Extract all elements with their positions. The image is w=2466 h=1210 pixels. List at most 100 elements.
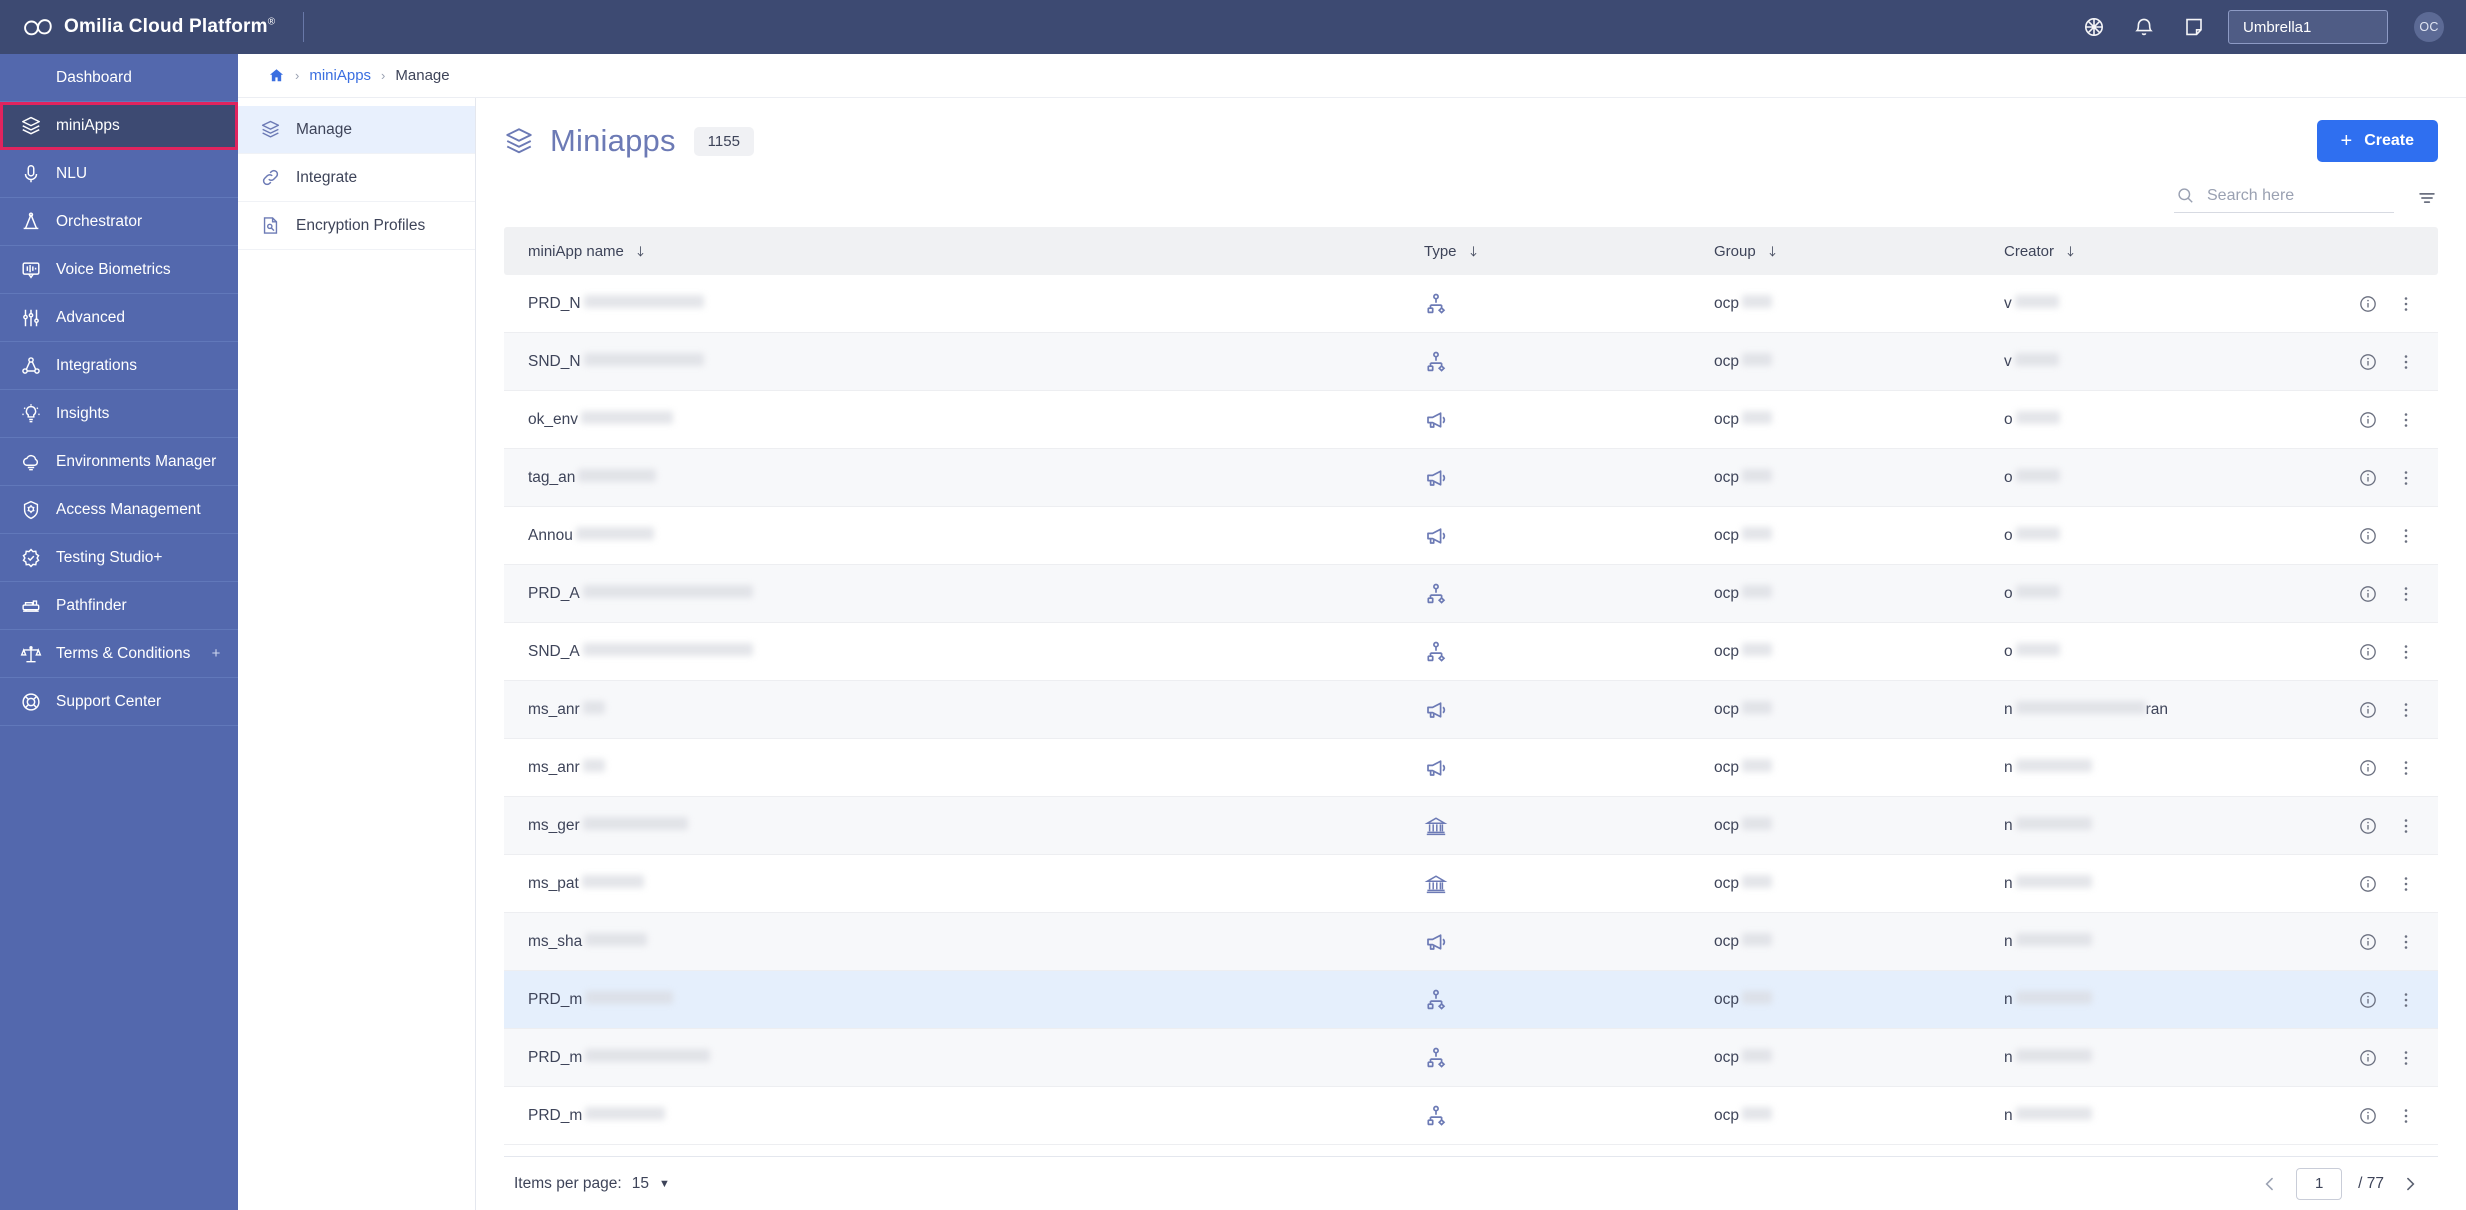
- umbrella-selector[interactable]: Umbrella1: [2228, 10, 2388, 44]
- row-menu-button[interactable]: [2396, 352, 2416, 372]
- table-row[interactable]: PRD_N ocp v: [504, 275, 2438, 333]
- sidebar-item-terms-conditions[interactable]: Terms & Conditions +: [0, 630, 238, 678]
- orchestrator-icon: [23, 211, 39, 229]
- sidebar-item-voice-biometrics[interactable]: Voice Biometrics: [0, 246, 238, 294]
- info-icon: [2360, 295, 2376, 312]
- row-menu-button[interactable]: [2396, 932, 2416, 952]
- search-input[interactable]: [2207, 186, 2392, 205]
- row-menu-button[interactable]: [2396, 526, 2416, 546]
- expand-icon[interactable]: +: [208, 645, 224, 662]
- row-menu-button[interactable]: [2396, 874, 2416, 894]
- row-menu-button[interactable]: [2396, 1048, 2416, 1068]
- avatar[interactable]: OC: [2414, 12, 2444, 42]
- row-info-button[interactable]: [2358, 990, 2378, 1010]
- globe-icon[interactable]: [2082, 15, 2106, 39]
- column-header-name[interactable]: miniApp name: [504, 243, 1424, 260]
- table-row[interactable]: PRD_m ocp n: [504, 971, 2438, 1029]
- sidebar-item-advanced[interactable]: Advanced: [0, 294, 238, 342]
- chevron-right-icon[interactable]: [2400, 1174, 2420, 1194]
- sidebar-item-support-center[interactable]: Support Center: [0, 678, 238, 726]
- page-number-input[interactable]: [2296, 1167, 2343, 1200]
- row-menu-button[interactable]: [2396, 584, 2416, 604]
- sidebar-item-access-management[interactable]: Access Management: [0, 486, 238, 534]
- brand[interactable]: Omilia Cloud Platform®: [22, 16, 275, 38]
- sidebar-item-miniapps[interactable]: miniApps: [0, 102, 238, 150]
- column-header-type[interactable]: Type: [1424, 243, 1714, 260]
- table-row[interactable]: ms_anr ocp n: [504, 739, 2438, 797]
- bell-icon[interactable]: [2132, 15, 2156, 39]
- row-info-button[interactable]: [2358, 642, 2378, 662]
- row-info-button[interactable]: [2358, 1048, 2378, 1068]
- sidebar-item-integrations[interactable]: Integrations: [0, 342, 238, 390]
- redacted-creator: [2015, 468, 2060, 482]
- table-row[interactable]: ok_env ocp o: [504, 391, 2438, 449]
- row-info-button[interactable]: [2358, 758, 2378, 778]
- sidebar-item-testing-studio[interactable]: Testing Studio+: [0, 534, 238, 582]
- redacted-name: [575, 526, 654, 540]
- table-row[interactable]: PRD_m ocp n: [504, 1029, 2438, 1087]
- table-row[interactable]: ms_anr ocp n ran: [504, 681, 2438, 739]
- table-row[interactable]: ms_sha ocp n: [504, 913, 2438, 971]
- cell-miniapp-name: tag_an: [504, 468, 1424, 487]
- note-icon[interactable]: [2182, 15, 2206, 39]
- table-row[interactable]: PRD_m ocp n: [504, 1087, 2438, 1145]
- chevron-left-icon[interactable]: [2260, 1174, 2280, 1194]
- home-icon[interactable]: [268, 67, 285, 84]
- table-row[interactable]: PRD_A ocp o: [504, 565, 2438, 623]
- column-header-creator[interactable]: Creator: [2004, 243, 2328, 260]
- scales-icon: [20, 645, 42, 662]
- flow-icon: [1427, 1105, 1446, 1126]
- row-menu-button[interactable]: [2396, 816, 2416, 836]
- sidebar-item-pathfinder[interactable]: Pathfinder: [0, 582, 238, 630]
- table-row[interactable]: ms_pat ocp n: [504, 855, 2438, 913]
- kebab-menu-icon: [2404, 470, 2408, 485]
- megaphone-icon: [1427, 411, 1446, 428]
- kebab-menu-icon: [2404, 876, 2408, 891]
- create-button[interactable]: + Create: [2316, 120, 2438, 162]
- table-row[interactable]: SND_A ocp o: [504, 623, 2438, 681]
- row-info-button[interactable]: [2358, 1106, 2378, 1126]
- row-menu-button[interactable]: [2396, 758, 2416, 778]
- search-box[interactable]: [2174, 182, 2394, 213]
- table-row[interactable]: SND_N ocp v: [504, 333, 2438, 391]
- avatar-initials: OC: [2419, 20, 2439, 34]
- subnav-item-integrate[interactable]: Integrate: [238, 154, 475, 202]
- row-info-button[interactable]: [2358, 410, 2378, 430]
- column-header-group[interactable]: Group: [1714, 243, 2004, 260]
- row-info-button[interactable]: [2358, 874, 2378, 894]
- row-menu-button[interactable]: [2396, 294, 2416, 314]
- pathfinder-icon: [22, 599, 40, 612]
- row-info-button[interactable]: [2358, 294, 2378, 314]
- sidebar-item-insights[interactable]: Insights: [0, 390, 238, 438]
- sidebar-item-environments-manager[interactable]: Environments Manager: [0, 438, 238, 486]
- row-info-button[interactable]: [2358, 526, 2378, 546]
- items-per-page-selector[interactable]: Items per page: 15 ▼: [504, 1175, 670, 1193]
- row-menu-button[interactable]: [2396, 468, 2416, 488]
- row-menu-button[interactable]: [2396, 410, 2416, 430]
- row-info-button[interactable]: [2358, 352, 2378, 372]
- creator-text: v: [2004, 352, 2012, 370]
- row-info-button[interactable]: [2358, 816, 2378, 836]
- table-row[interactable]: Annou ocp o: [504, 507, 2438, 565]
- sidebar-item-orchestrator[interactable]: Orchestrator: [0, 198, 238, 246]
- layers-icon: [22, 116, 40, 134]
- column-header-label: Type: [1424, 242, 1457, 260]
- table-row[interactable]: ms_ger ocp n: [504, 797, 2438, 855]
- sidebar-item-dashboard[interactable]: Dashboard: [0, 54, 238, 102]
- subnav-item-encryption-profiles[interactable]: Encryption Profiles: [238, 202, 475, 250]
- subnav-item-manage[interactable]: Manage: [238, 106, 475, 154]
- row-info-button[interactable]: [2358, 584, 2378, 604]
- sidebar-item-nlu[interactable]: NLU: [0, 150, 238, 198]
- row-info-button[interactable]: [2358, 932, 2378, 952]
- table-row[interactable]: tag_an ocp o: [504, 449, 2438, 507]
- breadcrumb-link-miniapps[interactable]: miniApps: [309, 67, 371, 84]
- row-info-button[interactable]: [2358, 468, 2378, 488]
- cell-miniapp-name: ms_anr: [504, 700, 1424, 719]
- row-menu-button[interactable]: [2396, 1106, 2416, 1126]
- row-menu-button[interactable]: [2396, 642, 2416, 662]
- row-menu-button[interactable]: [2396, 700, 2416, 720]
- row-menu-button[interactable]: [2396, 990, 2416, 1010]
- filter-icon[interactable]: [2416, 187, 2438, 209]
- row-info-button[interactable]: [2358, 700, 2378, 720]
- flow-icon: [1427, 989, 1446, 1010]
